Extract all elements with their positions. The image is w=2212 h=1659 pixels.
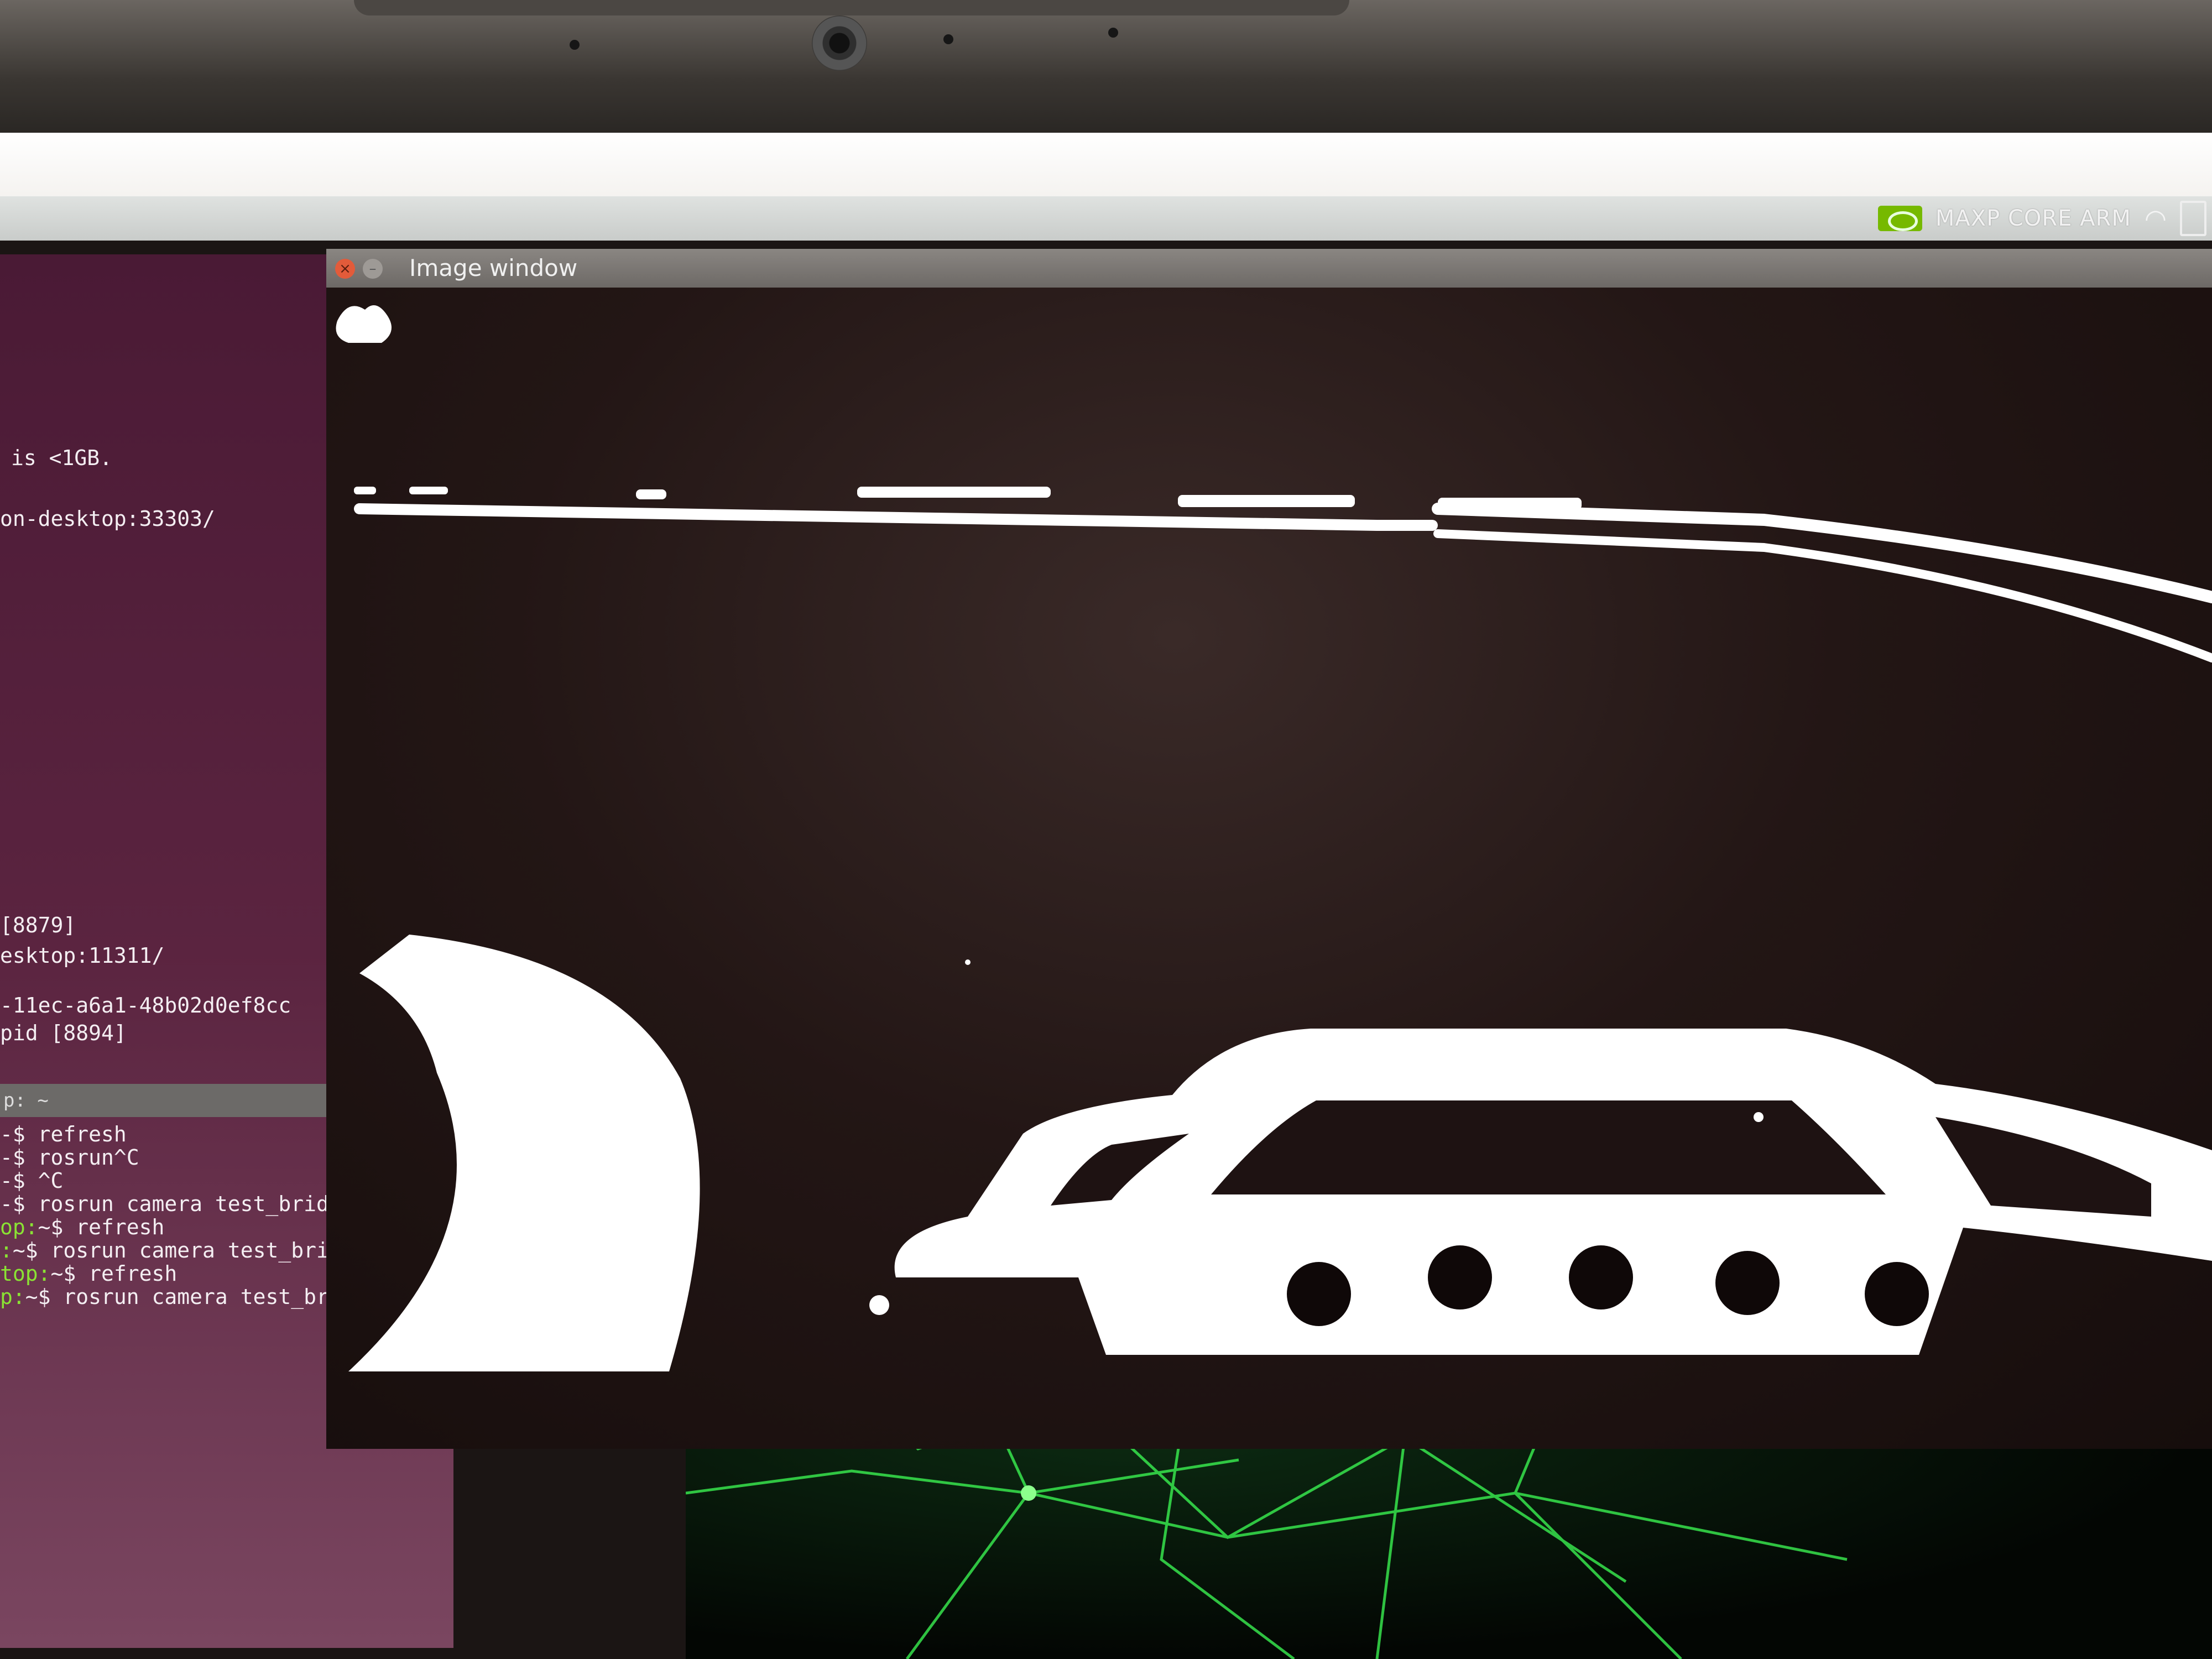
close-button[interactable]: × <box>335 259 355 279</box>
terminal-line: esktop:11311/ <box>0 943 165 968</box>
terminal-line: pid [8894] <box>0 1021 127 1045</box>
image-window[interactable]: × – Image window <box>326 249 2212 1449</box>
image-canvas <box>326 288 2212 1449</box>
mask-speck <box>1754 1112 1764 1122</box>
mask-speck <box>965 959 971 965</box>
nvidia-icon[interactable] <box>1877 206 1922 231</box>
lane-line-right-2 <box>1433 529 2212 662</box>
top-panel: MAXP CORE ARM ◠ <box>0 196 2212 241</box>
laptop-bezel <box>0 0 2212 133</box>
binary-mask-image <box>336 305 2212 1371</box>
mask-blob <box>336 305 392 343</box>
mask-speck <box>869 1295 889 1315</box>
window-title: Image window <box>409 254 578 281</box>
panel-indicators: MAXP CORE ARM ◠ <box>1877 201 2212 236</box>
panel-box-icon[interactable] <box>2180 201 2206 236</box>
terminal-line: [8879] <box>0 913 76 937</box>
screen: MAXP CORE ARM ◠ is <1GB. on-desktop:3330… <box>0 133 2212 1659</box>
minimize-button[interactable]: – <box>363 259 383 279</box>
webcam-icon <box>812 15 867 71</box>
sensor-dot-mid <box>943 34 953 44</box>
sensor-dot-right <box>1108 28 1118 38</box>
road-curve-shape <box>348 935 700 1371</box>
lane-line-main <box>354 503 1438 531</box>
terminal-output: is <1GB. on-desktop:33303/ [8879] esktop… <box>0 442 291 1045</box>
terminal-line: is <1GB. <box>11 446 113 470</box>
wifi-icon[interactable]: ◠ <box>2145 204 2167 233</box>
sensor-dot-left <box>570 40 580 50</box>
terminal-line: on-desktop:33303/ <box>0 507 215 531</box>
bezel-lip <box>354 0 1349 15</box>
car-outline <box>894 1029 2212 1355</box>
screen-glare <box>0 133 2212 199</box>
image-window-titlebar[interactable]: × – Image window <box>326 249 2212 288</box>
terminal-line: -11ec-a6a1-48b02d0ef8cc <box>0 993 291 1018</box>
photo-of-laptop-screen: MAXP CORE ARM ◠ is <1GB. on-desktop:3330… <box>0 0 2212 1659</box>
power-mode-label[interactable]: MAXP CORE ARM <box>1936 206 2131 231</box>
